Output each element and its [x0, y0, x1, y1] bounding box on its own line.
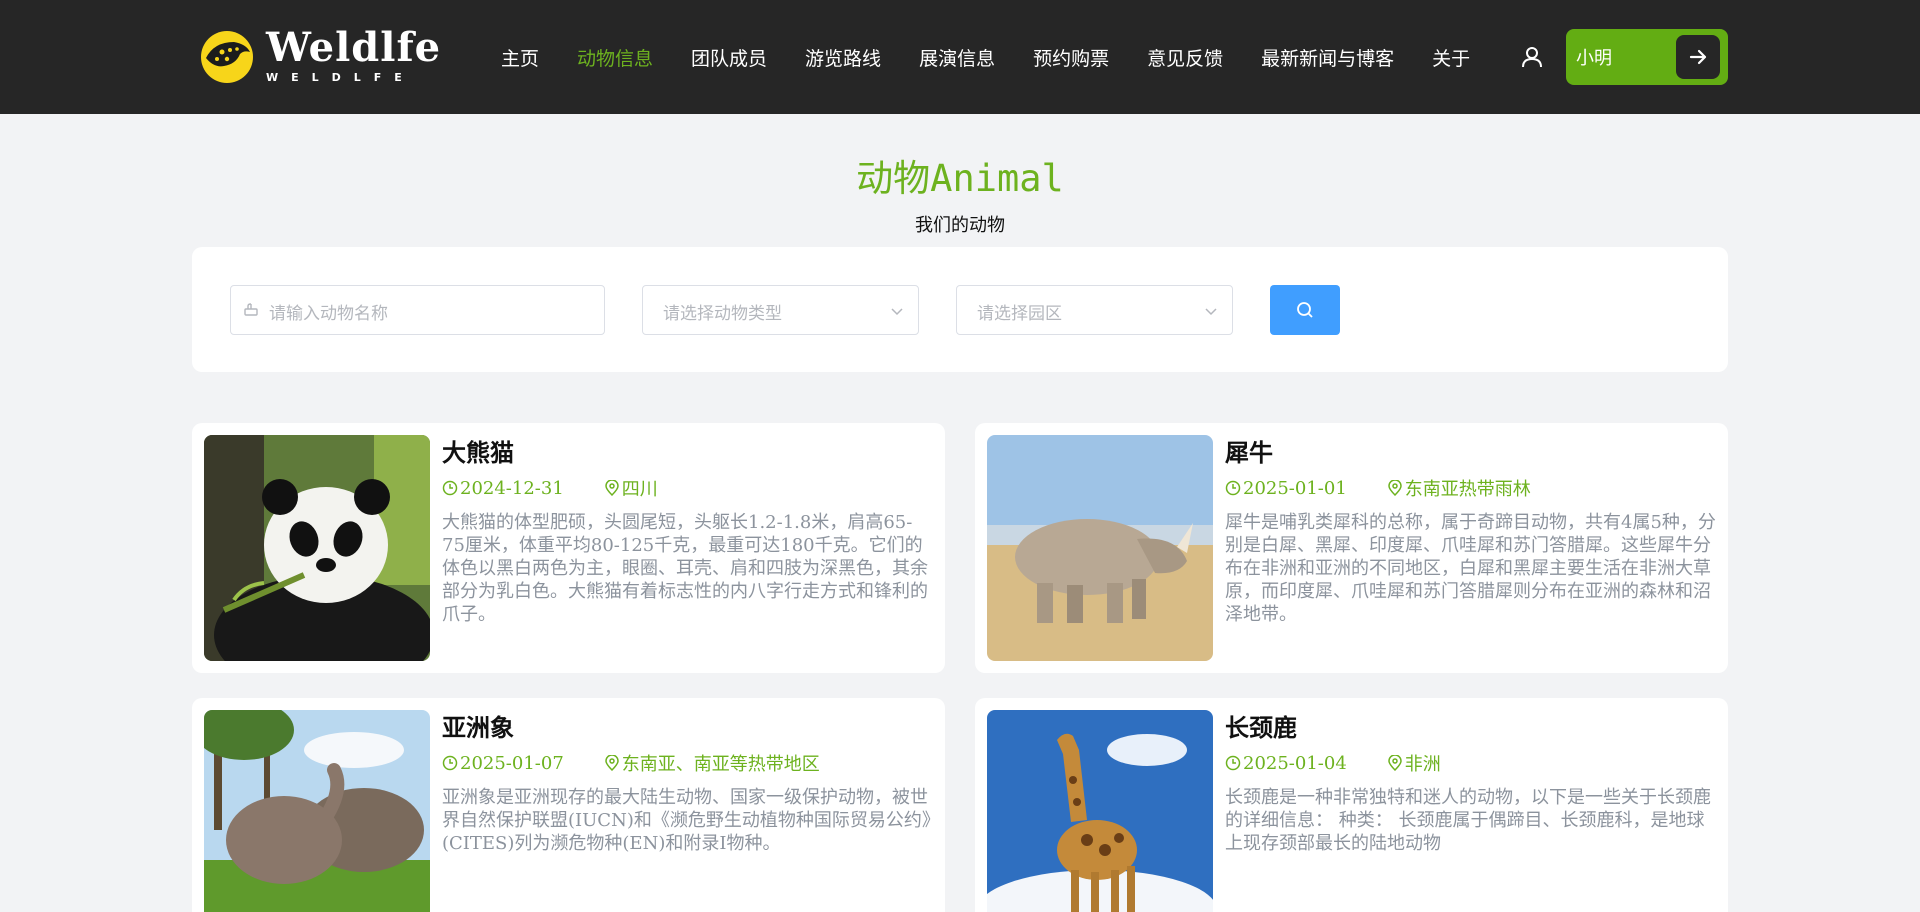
page-title: 动物Animal — [856, 157, 1064, 200]
animal-meta: 2025-01-04 非洲 — [1225, 750, 1441, 776]
location-pin-icon — [605, 480, 619, 496]
animal-name-input[interactable]: 请输入动物名称 — [230, 285, 605, 335]
clock-icon — [1225, 480, 1241, 496]
nav-item-home[interactable]: 主页 — [501, 44, 539, 71]
elephant-image — [204, 710, 430, 912]
clock-icon — [442, 755, 458, 771]
location-pin-icon — [1388, 480, 1402, 496]
animal-description: 亚洲象是亚洲现存的最大陆生动物、国家一级保护动物，被世界自然保护联盟(IUCN)… — [442, 787, 931, 854]
leopard-logo-icon — [200, 28, 254, 84]
main-nav: 主页 动物信息 团队成员 游览路线 展演信息 预约购票 意见反馈 最新新闻与博客… — [482, 0, 1489, 114]
animal-meta: 2025-01-07 东南亚、南亚等热带地区 — [442, 750, 820, 776]
brand-name: Weldlfe — [266, 24, 442, 71]
search-button[interactable] — [1270, 285, 1340, 335]
animal-description: 大熊猫的体型肥硕，头圆尾短，头躯长1.2-1.8米，肩高65-75厘米，体重平均… — [442, 512, 928, 625]
animal-type-select[interactable]: 请选择动物类型 — [642, 285, 919, 335]
animal-date: 2024-12-31 — [460, 477, 564, 499]
user-icon[interactable] — [1520, 45, 1544, 69]
animal-meta: 2025-01-01 东南亚热带雨林 — [1225, 475, 1531, 501]
animal-date: 2025-01-04 — [1243, 752, 1347, 774]
animal-date: 2025-01-07 — [460, 752, 564, 774]
giraffe-image — [987, 710, 1213, 912]
clock-icon — [442, 480, 458, 496]
brand-logo[interactable]: Weldlfe WELDLFE — [200, 27, 441, 84]
animal-description: 长颈鹿是一种非常独特和迷人的动物，以下是一些关于长颈鹿的详细信息： 种类： 长颈… — [1225, 787, 1711, 854]
arrow-right-icon[interactable] — [1676, 35, 1720, 79]
animal-name: 犀牛 — [1225, 438, 1273, 467]
nav-item-news[interactable]: 最新新闻与博客 — [1261, 44, 1394, 71]
search-icon — [1297, 302, 1313, 318]
input-prefix-icon — [243, 301, 259, 317]
nav-item-tickets[interactable]: 预约购票 — [1033, 44, 1109, 71]
park-area-placeholder: 请选择园区 — [977, 304, 1062, 324]
location-pin-icon — [605, 755, 619, 771]
animal-card[interactable]: 大熊猫 2024-12-31 四川 大熊猫的体型肥硕，头圆尾短，头躯长1.2-1… — [192, 423, 945, 673]
animal-card[interactable]: 亚洲象 2025-01-07 东南亚、南亚等热带地区 亚洲象是亚洲现存的最大陆生… — [192, 698, 945, 912]
animal-date: 2025-01-01 — [1243, 477, 1347, 499]
animal-name: 大熊猫 — [442, 438, 514, 467]
nav-item-animals[interactable]: 动物信息 — [577, 44, 653, 71]
animal-location: 四川 — [621, 479, 658, 500]
chevron-down-icon — [1204, 303, 1218, 317]
search-panel: 请输入动物名称 请选择动物类型 请选择园区 — [192, 247, 1728, 372]
user-account-button[interactable]: 小明 — [1566, 29, 1728, 85]
animal-card[interactable]: 长颈鹿 2025-01-04 非洲 长颈鹿是一种非常独特和迷人的动物，以下是一些… — [975, 698, 1728, 912]
animal-name: 长颈鹿 — [1225, 713, 1297, 742]
animal-description: 犀牛是哺乳类犀科的总称，属于奇蹄目动物，共有4属5种，分别是白犀、黑犀、印度犀、… — [1225, 512, 1716, 625]
panda-image — [204, 435, 430, 661]
park-area-select[interactable]: 请选择园区 — [956, 285, 1233, 335]
animal-card[interactable]: 犀牛 2025-01-01 东南亚热带雨林 犀牛是哺乳类犀科的总称，属于奇蹄目动… — [975, 423, 1728, 673]
clock-icon — [1225, 755, 1241, 771]
animal-meta: 2024-12-31 四川 — [442, 475, 658, 501]
nav-item-routes[interactable]: 游览路线 — [805, 44, 881, 71]
page-subtitle: 我们的动物 — [915, 215, 1005, 236]
top-header: Weldlfe WELDLFE 主页 动物信息 团队成员 游览路线 展演信息 预… — [0, 0, 1920, 114]
location-pin-icon — [1388, 755, 1402, 771]
nav-item-about[interactable]: 关于 — [1432, 44, 1470, 71]
user-name: 小明 — [1576, 48, 1612, 69]
animal-name: 亚洲象 — [442, 713, 514, 742]
animal-name-placeholder: 请输入动物名称 — [269, 304, 388, 324]
animal-type-placeholder: 请选择动物类型 — [663, 304, 782, 324]
nav-item-feedback[interactable]: 意见反馈 — [1147, 44, 1223, 71]
nav-item-team[interactable]: 团队成员 — [691, 44, 767, 71]
animal-location: 东南亚热带雨林 — [1404, 479, 1531, 500]
animal-location: 东南亚、南亚等热带地区 — [621, 754, 820, 775]
chevron-down-icon — [890, 303, 904, 317]
rhino-image — [987, 435, 1213, 661]
brand-subtitle: WELDLFE — [266, 71, 415, 84]
animal-location: 非洲 — [1404, 754, 1441, 775]
nav-item-shows[interactable]: 展演信息 — [919, 44, 995, 71]
